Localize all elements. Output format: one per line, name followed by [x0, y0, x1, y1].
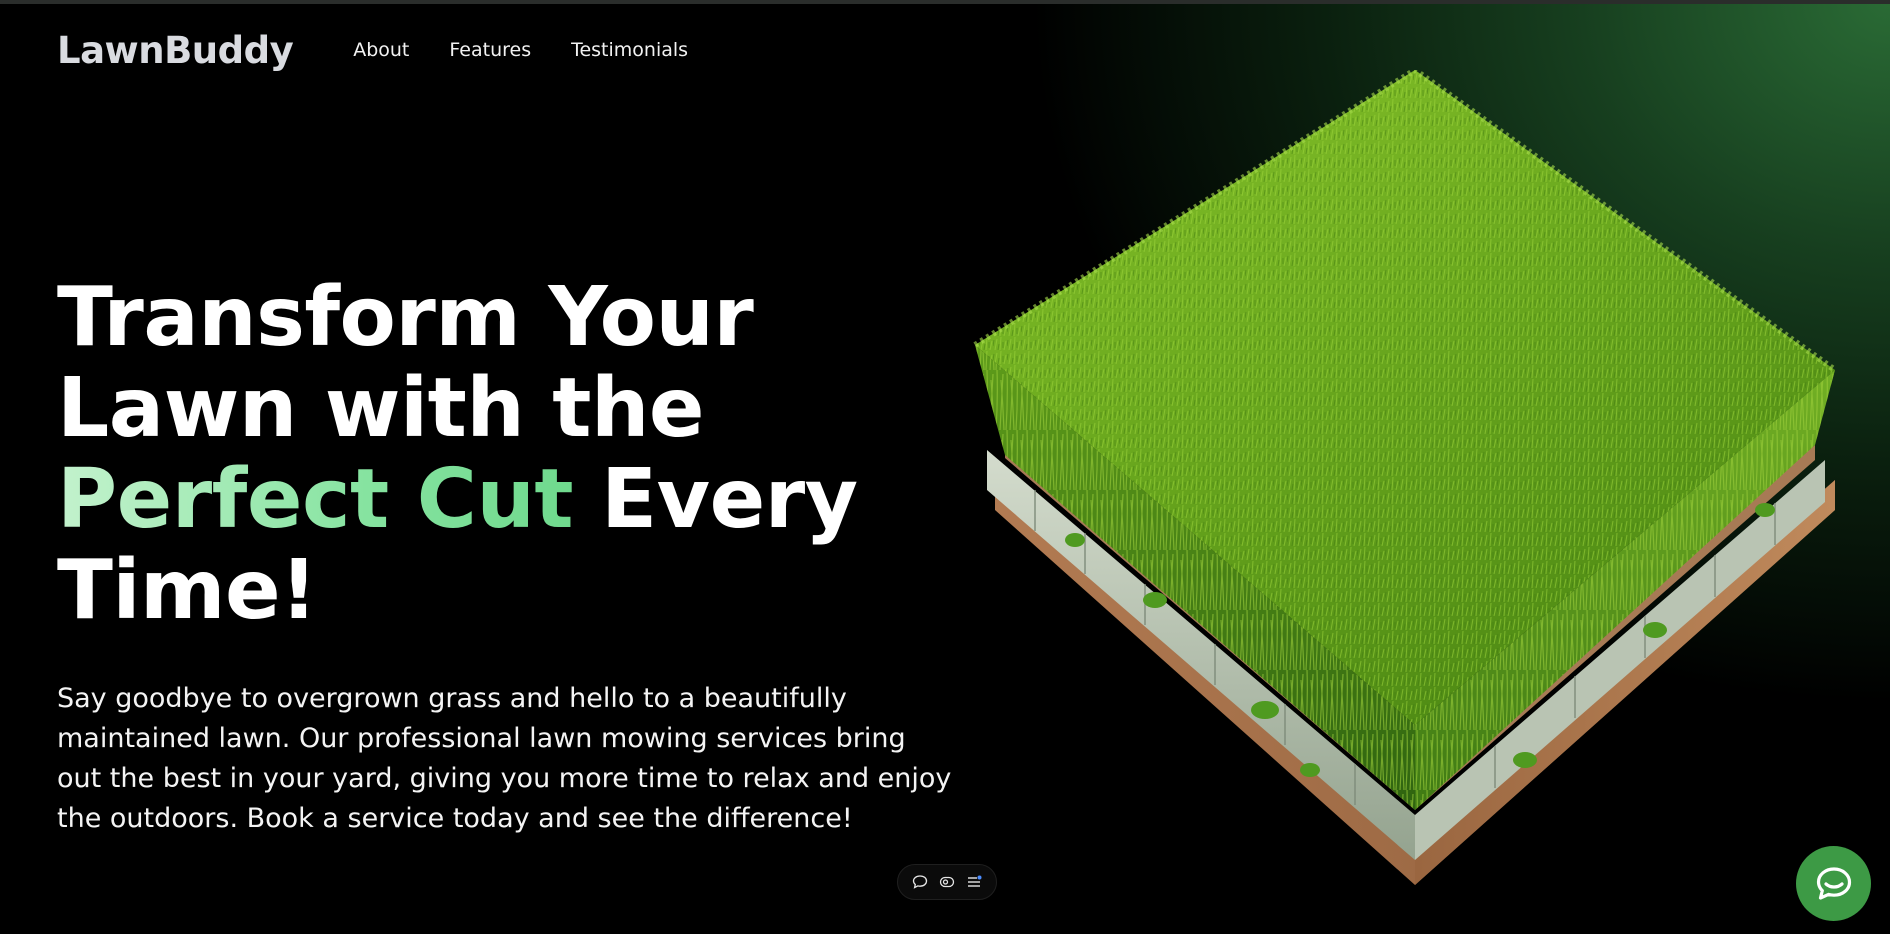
chat-bubble-icon [1816, 866, 1851, 900]
mini-toolbar [897, 864, 997, 900]
nav-link-testimonials[interactable]: Testimonials [571, 39, 688, 61]
top-border [0, 0, 1890, 4]
top-nav: LawnBuddy About Features Testimonials [57, 24, 728, 76]
hero-title: Transform Your Lawn with the Perfect Cut E… [57, 272, 937, 636]
nav-link-features[interactable]: Features [449, 39, 531, 61]
hero-title-line1: Transform Your [57, 270, 754, 365]
hero-title-line3-rest: Every [573, 452, 858, 547]
hero-title-line2: Lawn with the [57, 361, 704, 456]
landing-page: LawnBuddy About Features Testimonials Tr… [0, 0, 1890, 934]
nav-link-about[interactable]: About [353, 39, 409, 61]
comment-icon[interactable] [910, 872, 930, 892]
hero-description: Say goodbye to overgrown grass and hello… [57, 683, 952, 834]
brand-logo[interactable]: LawnBuddy [57, 29, 294, 72]
hero-title-line4: Time! [57, 543, 318, 638]
eye-icon[interactable] [937, 872, 957, 892]
grass-tile-illustration [973, 70, 1837, 885]
list-icon[interactable] [964, 872, 984, 892]
hero-title-accent: Perfect Cut [57, 452, 574, 547]
chat-widget-button[interactable] [1796, 846, 1871, 921]
